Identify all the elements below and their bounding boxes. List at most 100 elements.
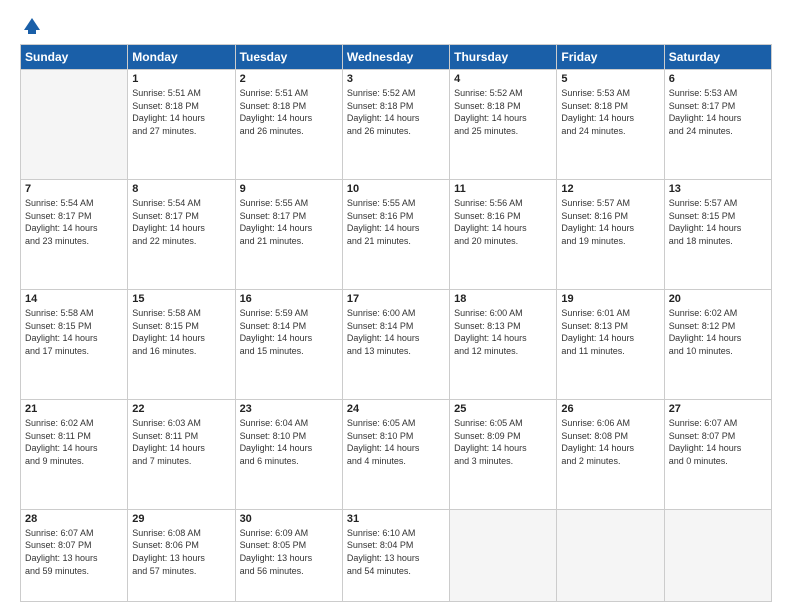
day-number: 7 — [25, 183, 123, 195]
day-number: 29 — [132, 513, 230, 525]
day-number: 22 — [132, 403, 230, 415]
calendar-cell: 15 Sunrise: 5:58 AM Sunset: 8:15 PM Dayli… — [128, 289, 235, 399]
day-number: 23 — [240, 403, 338, 415]
day-info: Sunrise: 6:00 AM Sunset: 8:14 PM Dayligh… — [347, 307, 445, 357]
calendar-header-monday: Monday — [128, 45, 235, 70]
day-number: 12 — [561, 183, 659, 195]
day-number: 13 — [669, 183, 767, 195]
calendar-cell — [450, 509, 557, 601]
day-number: 17 — [347, 293, 445, 305]
day-info: Sunrise: 6:08 AM Sunset: 8:06 PM Dayligh… — [132, 527, 230, 577]
day-number: 5 — [561, 73, 659, 85]
day-info: Sunrise: 6:02 AM Sunset: 8:11 PM Dayligh… — [25, 417, 123, 467]
calendar: SundayMondayTuesdayWednesdayThursdayFrid… — [20, 44, 772, 602]
day-info: Sunrise: 6:02 AM Sunset: 8:12 PM Dayligh… — [669, 307, 767, 357]
day-number: 20 — [669, 293, 767, 305]
day-number: 21 — [25, 403, 123, 415]
day-info: Sunrise: 5:52 AM Sunset: 8:18 PM Dayligh… — [454, 87, 552, 137]
day-number: 26 — [561, 403, 659, 415]
day-info: Sunrise: 6:05 AM Sunset: 8:10 PM Dayligh… — [347, 417, 445, 467]
calendar-week-row: 14 Sunrise: 5:58 AM Sunset: 8:15 PM Dayli… — [21, 289, 772, 399]
calendar-cell: 12 Sunrise: 5:57 AM Sunset: 8:16 PM Dayli… — [557, 179, 664, 289]
calendar-cell: 26 Sunrise: 6:06 AM Sunset: 8:08 PM Dayli… — [557, 399, 664, 509]
header-row: SundayMondayTuesdayWednesdayThursdayFrid… — [21, 45, 772, 70]
page: SundayMondayTuesdayWednesdayThursdayFrid… — [0, 0, 792, 612]
calendar-cell: 30 Sunrise: 6:09 AM Sunset: 8:05 PM Dayli… — [235, 509, 342, 601]
day-info: Sunrise: 6:07 AM Sunset: 8:07 PM Dayligh… — [25, 527, 123, 577]
day-number: 1 — [132, 73, 230, 85]
day-number: 30 — [240, 513, 338, 525]
calendar-cell: 20 Sunrise: 6:02 AM Sunset: 8:12 PM Dayli… — [664, 289, 771, 399]
calendar-header-friday: Friday — [557, 45, 664, 70]
calendar-cell: 2 Sunrise: 5:51 AM Sunset: 8:18 PM Daylig… — [235, 70, 342, 180]
day-info: Sunrise: 5:56 AM Sunset: 8:16 PM Dayligh… — [454, 197, 552, 247]
day-number: 10 — [347, 183, 445, 195]
calendar-cell: 28 Sunrise: 6:07 AM Sunset: 8:07 PM Dayli… — [21, 509, 128, 601]
day-info: Sunrise: 6:03 AM Sunset: 8:11 PM Dayligh… — [132, 417, 230, 467]
calendar-cell: 22 Sunrise: 6:03 AM Sunset: 8:11 PM Dayli… — [128, 399, 235, 509]
day-info: Sunrise: 6:09 AM Sunset: 8:05 PM Dayligh… — [240, 527, 338, 577]
day-number: 16 — [240, 293, 338, 305]
day-info: Sunrise: 6:04 AM Sunset: 8:10 PM Dayligh… — [240, 417, 338, 467]
calendar-cell: 9Sunrise: 5:55 AM Sunset: 8:17 PM Daylig… — [235, 179, 342, 289]
day-number: 27 — [669, 403, 767, 415]
calendar-cell: 24 Sunrise: 6:05 AM Sunset: 8:10 PM Dayli… — [342, 399, 449, 509]
day-info: Sunrise: 5:53 AM Sunset: 8:18 PM Dayligh… — [561, 87, 659, 137]
day-number: 14 — [25, 293, 123, 305]
day-number: 4 — [454, 73, 552, 85]
day-info: Sunrise: 5:53 AM Sunset: 8:17 PM Dayligh… — [669, 87, 767, 137]
logo — [20, 16, 42, 34]
day-number: 18 — [454, 293, 552, 305]
calendar-cell: 6Sunrise: 5:53 AM Sunset: 8:17 PM Daylig… — [664, 70, 771, 180]
day-info: Sunrise: 5:52 AM Sunset: 8:18 PM Dayligh… — [347, 87, 445, 137]
calendar-cell: 18Sunrise: 6:00 AM Sunset: 8:13 PM Dayli… — [450, 289, 557, 399]
calendar-header-saturday: Saturday — [664, 45, 771, 70]
calendar-cell: 14Sunrise: 5:58 AM Sunset: 8:15 PM Dayli… — [21, 289, 128, 399]
calendar-cell: 13 Sunrise: 5:57 AM Sunset: 8:15 PM Dayli… — [664, 179, 771, 289]
calendar-week-row: 7 Sunrise: 5:54 AM Sunset: 8:17 PM Daylig… — [21, 179, 772, 289]
calendar-cell: 1Sunrise: 5:51 AM Sunset: 8:18 PM Daylig… — [128, 70, 235, 180]
calendar-header-wednesday: Wednesday — [342, 45, 449, 70]
calendar-cell: 27 Sunrise: 6:07 AM Sunset: 8:07 PM Dayli… — [664, 399, 771, 509]
day-number: 24 — [347, 403, 445, 415]
calendar-header-sunday: Sunday — [21, 45, 128, 70]
day-info: Sunrise: 5:55 AM Sunset: 8:16 PM Dayligh… — [347, 197, 445, 247]
day-number: 28 — [25, 513, 123, 525]
calendar-cell: 29 Sunrise: 6:08 AM Sunset: 8:06 PM Dayli… — [128, 509, 235, 601]
day-info: Sunrise: 6:06 AM Sunset: 8:08 PM Dayligh… — [561, 417, 659, 467]
day-info: Sunrise: 6:01 AM Sunset: 8:13 PM Dayligh… — [561, 307, 659, 357]
calendar-cell — [664, 509, 771, 601]
calendar-cell: 17 Sunrise: 6:00 AM Sunset: 8:14 PM Dayli… — [342, 289, 449, 399]
day-info: Sunrise: 5:51 AM Sunset: 8:18 PM Dayligh… — [240, 87, 338, 137]
calendar-week-row: 1 Sunrise: 5:51 AM Sunset: 8:18 PM Daylig… — [21, 70, 772, 180]
calendar-cell: 11 Sunrise: 5:56 AM Sunset: 8:16 PM Dayli… — [450, 179, 557, 289]
calendar-cell: 3Sunrise: 5:52 AM Sunset: 8:18 PM Daylig… — [342, 70, 449, 180]
calendar-cell: 10 Sunrise: 5:55 AM Sunset: 8:16 PM Dayli… — [342, 179, 449, 289]
calendar-cell: 4 Sunrise: 5:52 AM Sunset: 8:18 PM Daylig… — [450, 70, 557, 180]
calendar-cell: 8 Sunrise: 5:54 AM Sunset: 8:17 PM Daylig… — [128, 179, 235, 289]
calendar-cell: 31 Sunrise: 6:10 AM Sunset: 8:04 PM Dayli… — [342, 509, 449, 601]
calendar-cell: 16 Sunrise: 5:59 AM Sunset: 8:14 PM Dayli… — [235, 289, 342, 399]
calendar-cell — [557, 509, 664, 601]
day-number: 2 — [240, 73, 338, 85]
day-info: Sunrise: 5:57 AM Sunset: 8:16 PM Dayligh… — [561, 197, 659, 247]
day-info: Sunrise: 5:59 AM Sunset: 8:14 PM Dayligh… — [240, 307, 338, 357]
day-number: 31 — [347, 513, 445, 525]
calendar-week-row: 28 Sunrise: 6:07 AM Sunset: 8:07 PM Dayli… — [21, 509, 772, 601]
day-info: Sunrise: 5:58 AM Sunset: 8:15 PM Dayligh… — [132, 307, 230, 357]
calendar-week-row: 21 Sunrise: 6:02 AM Sunset: 8:11 PM Dayli… — [21, 399, 772, 509]
day-number: 11 — [454, 183, 552, 195]
day-info: Sunrise: 5:54 AM Sunset: 8:17 PM Dayligh… — [132, 197, 230, 247]
day-info: Sunrise: 6:10 AM Sunset: 8:04 PM Dayligh… — [347, 527, 445, 577]
calendar-cell: 25Sunrise: 6:05 AM Sunset: 8:09 PM Dayli… — [450, 399, 557, 509]
calendar-cell: 5 Sunrise: 5:53 AM Sunset: 8:18 PM Daylig… — [557, 70, 664, 180]
calendar-cell — [21, 70, 128, 180]
day-number: 9 — [240, 183, 338, 195]
day-number: 15 — [132, 293, 230, 305]
day-info: Sunrise: 5:57 AM Sunset: 8:15 PM Dayligh… — [669, 197, 767, 247]
day-number: 8 — [132, 183, 230, 195]
header — [20, 16, 772, 34]
calendar-header-tuesday: Tuesday — [235, 45, 342, 70]
day-info: Sunrise: 6:07 AM Sunset: 8:07 PM Dayligh… — [669, 417, 767, 467]
calendar-header-thursday: Thursday — [450, 45, 557, 70]
